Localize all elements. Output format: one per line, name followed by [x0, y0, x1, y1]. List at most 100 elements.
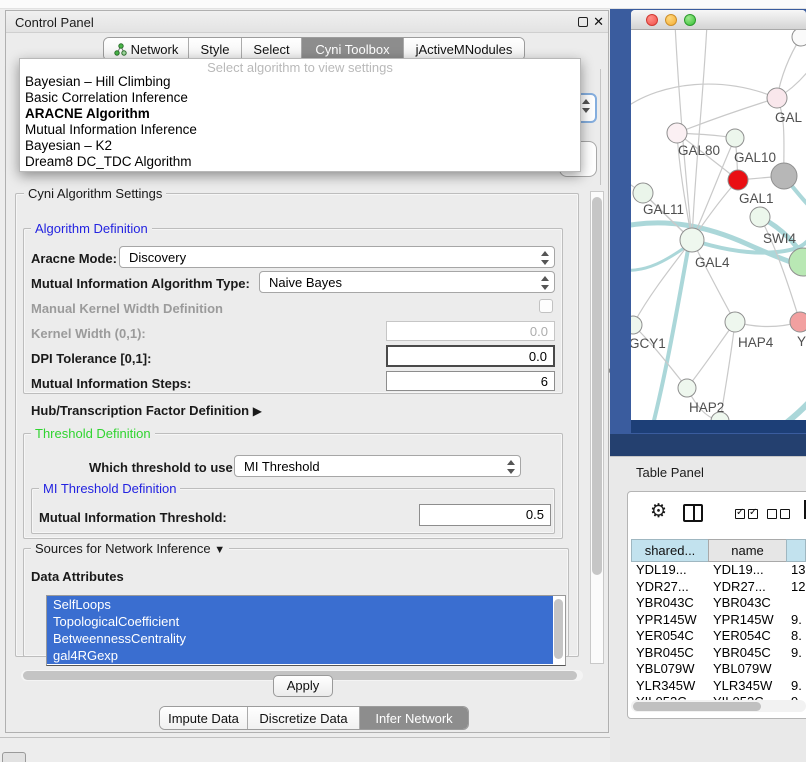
network-node[interactable] [789, 248, 806, 276]
table-row[interactable]: YBR045CYBR045C9. [631, 645, 806, 662]
network-node[interactable] [728, 170, 748, 190]
aracne-mode-combo[interactable]: Discovery [119, 246, 555, 268]
mi-steps-field[interactable]: 6 [386, 371, 555, 391]
tab-label: Discretize Data [259, 711, 347, 726]
tab-jactivemnodules[interactable]: jActiveMNodules [404, 38, 524, 60]
kernel-width-field[interactable]: 0.0 [386, 321, 555, 341]
network-icon [114, 43, 127, 56]
table-row[interactable]: YER054CYER054C8. [631, 628, 806, 645]
attribute-item[interactable]: BetweennessCentrality [47, 630, 553, 647]
manual-kernel-checkbox[interactable] [539, 299, 553, 313]
network-node[interactable] [725, 312, 745, 332]
columns-icon[interactable] [683, 504, 703, 522]
network-node[interactable] [750, 207, 770, 227]
apply-button[interactable]: Apply [273, 675, 333, 697]
table-row[interactable]: YBR043CYBR043C [631, 595, 806, 612]
attribute-item[interactable]: gal4RGexp [47, 647, 553, 664]
mi-type-combo[interactable]: Naive Bayes [259, 271, 555, 293]
which-threshold-value: MI Threshold [244, 459, 320, 474]
table-hscrollbar-thumb[interactable] [633, 702, 761, 711]
tab-select[interactable]: Select [242, 38, 302, 60]
tab-style[interactable]: Style [189, 38, 242, 60]
network-node[interactable] [792, 30, 806, 46]
collapse-arrow-icon[interactable]: ▼ [214, 544, 225, 556]
table-cell: YPR145W [631, 612, 708, 629]
network-window[interactable]: GALGAL80GAL10GAL1GAL11SWI4GAL4GCY1HAP4YH… [631, 10, 806, 433]
network-node[interactable] [633, 183, 653, 203]
tab-label: Network [131, 42, 179, 57]
float-window-icon[interactable] [578, 17, 588, 27]
bottom-tab-infer-network[interactable]: Infer Network [360, 707, 468, 729]
collapsed-panel-button[interactable] [2, 752, 26, 762]
gear-icon[interactable]: ⚙ [650, 500, 667, 523]
tab-cyni-toolbox[interactable]: Cyni Toolbox [302, 38, 404, 60]
settings-scrollbar-thumb[interactable] [592, 197, 602, 575]
select-all-checkboxes-icon[interactable] [735, 509, 758, 519]
table-cell: YDL19... [631, 562, 708, 579]
table-row[interactable]: YPR145WYPR145W9. [631, 612, 806, 629]
table-cell: YBR043C [708, 595, 786, 612]
table-cell [786, 595, 806, 612]
network-node[interactable] [726, 129, 744, 147]
expand-arrow-icon[interactable]: ▶ [253, 404, 262, 418]
network-node[interactable] [631, 316, 642, 334]
column-header-partial[interactable] [786, 539, 806, 562]
attributes-scrollbar[interactable] [554, 599, 564, 661]
spinner-icon [541, 275, 549, 291]
attribute-item[interactable]: SelfLoops [47, 596, 553, 613]
algorithm-option[interactable]: Basic Correlation Inference [20, 90, 580, 106]
network-node[interactable] [680, 228, 704, 252]
network-node[interactable] [667, 123, 687, 143]
dpi-tolerance-field[interactable]: 0.0 [386, 345, 555, 367]
network-node[interactable] [790, 312, 806, 332]
data-attributes-list[interactable]: SelfLoopsTopologicalCoefficientBetweenne… [46, 595, 566, 666]
network-node[interactable] [678, 379, 696, 397]
column-header-shared-name[interactable]: shared... [631, 539, 708, 562]
bottom-tab-impute-data[interactable]: Impute Data [160, 707, 248, 729]
tab-network[interactable]: Network [104, 38, 189, 60]
column-header-name[interactable]: name [708, 539, 786, 562]
table-panel-region: Table Panel ⚙ shared... name YDL19...YDL… [610, 456, 806, 762]
table-row[interactable]: YDL19...YDL19...13 [631, 562, 806, 579]
algorithm-option[interactable]: Bayesian – K2 [20, 138, 580, 154]
network-node-label: GAL80 [678, 143, 720, 158]
close-icon[interactable]: ✕ [593, 14, 604, 30]
which-threshold-combo[interactable]: MI Threshold [234, 455, 521, 477]
network-node-label: HAP4 [738, 335, 773, 350]
attributes-scrollbar-thumb[interactable] [554, 599, 563, 659]
table-cell: 8. [786, 628, 806, 645]
which-threshold-label: Which threshold to use: [89, 460, 237, 475]
mi-threshold-field[interactable]: 0.5 [419, 504, 551, 526]
table-row[interactable]: YLR345WYLR345W9. [631, 678, 806, 695]
network-node[interactable] [771, 163, 797, 189]
spinner-icon [541, 250, 549, 266]
mac-zoom-icon[interactable] [684, 14, 696, 26]
hub-definition-label[interactable]: Hub/Transcription Factor Definition ▶ [31, 403, 262, 418]
table-cell: 9. [786, 645, 806, 662]
algorithm-option[interactable]: Bayesian – Hill Climbing [20, 74, 580, 90]
network-node-label: HAP2 [689, 400, 724, 415]
table-cell: YPR145W [708, 612, 786, 629]
algorithm-option[interactable]: Mutual Information Inference [20, 122, 580, 138]
algorithm-option[interactable]: Dream8 DC_TDC Algorithm [20, 154, 580, 170]
table-cell [786, 661, 806, 678]
mac-close-icon[interactable] [646, 14, 658, 26]
mac-minimize-icon[interactable] [665, 14, 677, 26]
deselect-all-checkboxes-icon[interactable] [767, 509, 790, 519]
table-cell: 9. [786, 612, 806, 629]
dpi-tolerance-value: 0.0 [529, 349, 547, 364]
algorithm-option[interactable]: ARACNE Algorithm [20, 106, 580, 122]
network-node-label: GCY1 [631, 336, 666, 351]
table-cell: 9. [786, 678, 806, 695]
network-canvas[interactable]: GALGAL80GAL10GAL1GAL11SWI4GAL4GCY1HAP4YH… [631, 30, 806, 420]
attribute-item[interactable]: TopologicalCoefficient [47, 613, 553, 630]
network-window-titlebar[interactable] [631, 10, 806, 30]
table-row[interactable]: YDR27...YDR27...12 [631, 579, 806, 596]
table-row[interactable]: YBL079WYBL079W [631, 661, 806, 678]
bottom-tabbar: Impute Data Discretize Data Infer Network [159, 706, 469, 730]
mi-threshold-label: Mutual Information Threshold: [39, 510, 227, 525]
network-node[interactable] [767, 88, 787, 108]
bottom-tab-discretize-data[interactable]: Discretize Data [248, 707, 360, 729]
network-node-label: GAL1 [739, 191, 774, 206]
desktop-shadow-strip [610, 434, 806, 456]
